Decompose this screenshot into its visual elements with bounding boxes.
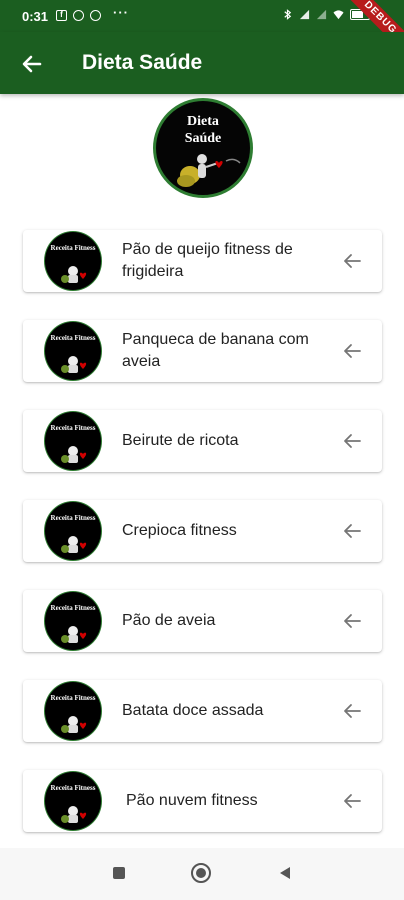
status-bar: 0:31 f ··· DEBUG bbox=[0, 0, 404, 60]
arrow-left-icon[interactable] bbox=[341, 430, 363, 452]
page-title: Dieta Saúde bbox=[82, 51, 203, 74]
recipe-avatar: Receita Fitness bbox=[44, 231, 102, 291]
back-arrow-icon[interactable] bbox=[16, 48, 48, 80]
avatar-label: Receita Fitness bbox=[50, 244, 96, 252]
logo-text-line1: Dieta bbox=[187, 114, 219, 129]
recipe-title: Beirute de ricota bbox=[122, 432, 239, 449]
system-navigation-bar bbox=[0, 848, 404, 900]
recipe-title: Panqueca de banana com aveia bbox=[122, 331, 309, 370]
recipe-avatar: Receita Fitness bbox=[44, 771, 102, 831]
avatar-label: Receita Fitness bbox=[50, 604, 96, 612]
recipe-title: Pão nuvem fitness bbox=[126, 792, 258, 809]
recipe-card[interactable]: Receita Fitness Pão de queijo fitness de… bbox=[23, 230, 382, 292]
status-time: 0:31 bbox=[22, 9, 49, 24]
recipe-title: Batata doce assada bbox=[122, 702, 264, 719]
recipe-card[interactable]: Receita Fitness Crepioca fitness bbox=[23, 500, 382, 562]
recipe-title: Pão de queijo fitness de frigideira bbox=[122, 241, 293, 280]
recipe-list: Receita Fitness Pão de queijo fitness de… bbox=[23, 230, 382, 860]
notification-icon bbox=[90, 10, 101, 21]
avatar-label: Receita Fitness bbox=[50, 694, 96, 702]
app-bar: Dieta Saúde bbox=[0, 32, 404, 94]
recipe-card[interactable]: Receita Fitness Panqueca de banana com a… bbox=[23, 320, 382, 382]
wifi-icon bbox=[333, 10, 344, 20]
recipe-avatar: Receita Fitness bbox=[44, 681, 102, 741]
recipe-title: Pão de aveia bbox=[122, 612, 216, 629]
arrow-left-icon[interactable] bbox=[341, 520, 363, 542]
facebook-icon: f bbox=[56, 10, 67, 21]
back-triangle-icon[interactable] bbox=[278, 866, 292, 880]
arrow-left-icon[interactable] bbox=[341, 790, 363, 812]
signal-icon bbox=[316, 9, 327, 20]
avatar-label: Receita Fitness bbox=[50, 514, 96, 522]
arrow-left-icon[interactable] bbox=[341, 250, 363, 272]
bluetooth-icon bbox=[284, 9, 292, 20]
arrow-left-icon[interactable] bbox=[341, 610, 363, 632]
recipe-card[interactable]: Receita Fitness Batata doce assada bbox=[23, 680, 382, 742]
arrow-left-icon[interactable] bbox=[341, 700, 363, 722]
notification-icon bbox=[73, 10, 84, 21]
notification-icons: f ··· bbox=[56, 5, 129, 21]
recipe-avatar: Receita Fitness bbox=[44, 591, 102, 651]
recipe-title: Crepioca fitness bbox=[122, 522, 237, 539]
recents-icon[interactable] bbox=[113, 867, 125, 879]
system-icons bbox=[282, 9, 373, 20]
app-logo: Dieta Saúde bbox=[153, 98, 253, 198]
more-notifications-icon: ··· bbox=[113, 5, 129, 20]
recipe-card[interactable]: Receita Fitness Pão de aveia bbox=[23, 590, 382, 652]
avatar-label: Receita Fitness bbox=[50, 424, 96, 432]
signal-icon bbox=[299, 9, 310, 20]
avatar-label: Receita Fitness bbox=[50, 334, 96, 342]
logo-text-line2: Saúde bbox=[184, 131, 222, 146]
recipe-avatar: Receita Fitness bbox=[44, 411, 102, 471]
recipe-avatar: Receita Fitness bbox=[44, 321, 102, 381]
arrow-left-icon[interactable] bbox=[341, 340, 363, 362]
recipe-card[interactable]: Receita Fitness Pão nuvem fitness bbox=[23, 770, 382, 832]
home-icon[interactable] bbox=[191, 863, 211, 883]
recipe-avatar: Receita Fitness bbox=[44, 501, 102, 561]
avatar-label: Receita Fitness bbox=[50, 784, 96, 792]
recipe-card[interactable]: Receita Fitness Beirute de ricota bbox=[23, 410, 382, 472]
logo-illustration bbox=[177, 154, 241, 187]
